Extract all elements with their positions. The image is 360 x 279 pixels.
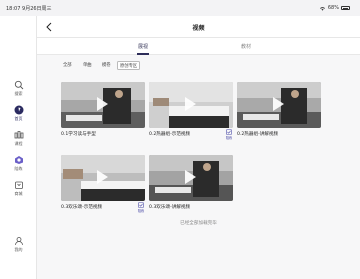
list-end-message: 已经全部加载完毕	[180, 221, 217, 226]
status-bar: 18:07 9月26日周三 68%	[0, 0, 360, 16]
play-icon	[185, 97, 196, 111]
wifi-icon	[319, 6, 325, 11]
video-thumbnail[interactable]	[61, 155, 145, 201]
sidebar-item-shop[interactable]: 商城	[0, 180, 37, 197]
sidebar-item-label: 搜索	[14, 91, 23, 96]
app-screen: 18:07 9月26日周三 68% 搜索 首页 课程 陪练 商城 我的 视频 展…	[0, 0, 360, 279]
course-icon	[14, 131, 23, 139]
sidebar: 搜索 首页 课程 陪练 商城 我的	[0, 16, 37, 279]
sidebar-item-home[interactable]: 首页	[0, 105, 37, 122]
top-bar: 视频	[37, 16, 360, 38]
sidebar-item-label: 商城	[14, 191, 23, 196]
home-icon	[14, 105, 23, 115]
play-icon	[97, 170, 108, 184]
status-right: 68%	[319, 5, 350, 11]
sidebar-item-profile[interactable]: 我的	[0, 236, 37, 253]
filter-original[interactable]: 原创专区	[117, 61, 141, 70]
user-icon	[14, 237, 23, 246]
battery-icon	[341, 6, 350, 10]
sidebar-item-search[interactable]: 搜索	[0, 80, 37, 97]
tab-textbook[interactable]: 教材	[235, 43, 257, 50]
play-icon	[97, 97, 108, 111]
sidebar-item-practice[interactable]: 陪练	[0, 155, 37, 172]
practice-icon	[14, 156, 23, 164]
filter-single[interactable]: 单曲	[81, 61, 94, 70]
tab-video[interactable]: 展视	[132, 43, 154, 50]
video-title: 0.1学习读与手型	[61, 132, 96, 137]
practice-icon	[138, 202, 144, 208]
video-title: 0.2热器组-示范视频	[149, 132, 191, 137]
practice-badge[interactable]: 陪练	[137, 202, 145, 213]
sidebar-item-label: 我的	[14, 247, 23, 252]
tab-bar: 展视 教材	[37, 38, 360, 55]
play-icon	[185, 170, 196, 184]
sidebar-item-course[interactable]: 课程	[0, 130, 37, 147]
video-thumbnail[interactable]	[237, 82, 321, 128]
play-icon	[273, 97, 284, 111]
video-thumbnail[interactable]	[61, 82, 145, 128]
status-time: 18:07 9月26日周三	[6, 6, 52, 12]
sidebar-item-label: 课程	[14, 141, 23, 146]
video-title: 0.3欢乐颂-讲解视频	[149, 205, 191, 210]
active-tab-indicator	[137, 53, 149, 55]
shop-icon	[14, 181, 23, 189]
practice-badge[interactable]: 陪练	[225, 129, 233, 140]
page-title: 视频	[192, 25, 205, 32]
sidebar-item-label: 首页	[14, 116, 23, 121]
practice-icon	[226, 129, 232, 135]
search-icon	[14, 80, 23, 90]
practice-label: 陪练	[225, 136, 233, 140]
video-title: 0.3欢乐颂-示范视频	[61, 205, 103, 210]
battery-percent: 68%	[327, 5, 339, 11]
video-thumbnail[interactable]	[149, 82, 233, 128]
filter-exam[interactable]: 模卷	[100, 61, 113, 70]
video-thumbnail[interactable]	[149, 155, 233, 201]
sidebar-item-label: 陪练	[14, 166, 23, 171]
main-content: 视频 展视 教材	[37, 16, 360, 279]
practice-label: 陪练	[137, 209, 145, 213]
filter-all[interactable]: 全部	[61, 61, 74, 70]
video-title: 0.2热器组-讲解视频	[237, 132, 279, 137]
